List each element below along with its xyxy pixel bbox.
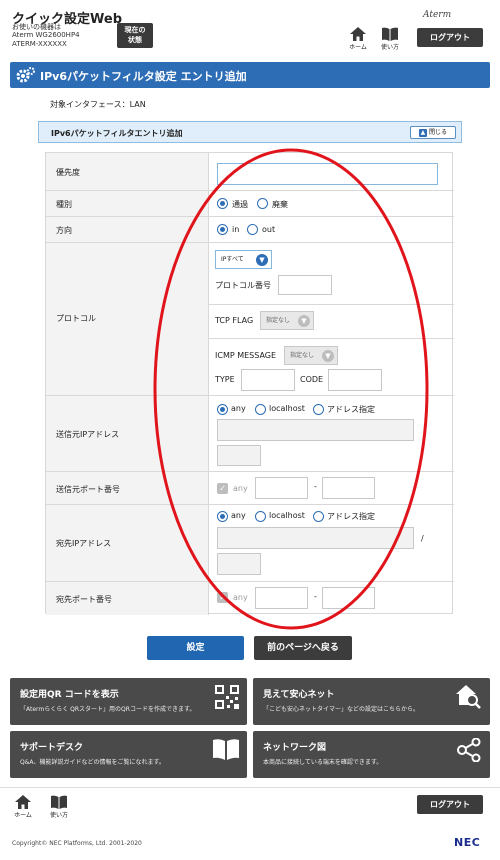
home-search-icon: [456, 685, 481, 709]
status-label-line1: 現在の: [124, 26, 146, 34]
status-label-line2: 状態: [128, 36, 142, 44]
dst-port-label: 宛先ポート番号: [56, 595, 112, 604]
section-title: IPv6パケットフィルタエントリ追加: [51, 129, 183, 138]
footer-help-button[interactable]: 使い方: [46, 795, 72, 819]
help-button[interactable]: 使い方: [377, 27, 403, 51]
chevron-up-icon: ▲: [418, 128, 427, 137]
close-label: 閉じる: [428, 129, 447, 136]
network-map-tile[interactable]: ネットワーク図 本商品に接続している端末を確認できます。: [253, 731, 490, 778]
dst-ip-label: 宛先IPアドレス: [56, 539, 112, 548]
footer-logout-button[interactable]: ログアウト: [417, 795, 483, 814]
tile-description: Q&A、機能詳説ガイドなどの情報をご覧になれます。: [20, 759, 165, 766]
network-icon: [457, 738, 481, 762]
copyright: Copyright© NEC Platforms, Ltd. 2001-2020: [12, 840, 142, 847]
support-desk-tile[interactable]: サポートデスク Q&A、機能詳説ガイドなどの情報をご覧になれます。: [10, 731, 247, 778]
footer-help-label: 使い方: [49, 812, 68, 819]
brand-logo: Aterm: [423, 10, 452, 20]
protocol-label: プロトコル: [56, 314, 96, 323]
home-button[interactable]: ホーム: [345, 27, 371, 51]
gear-icon: [16, 67, 35, 83]
footer-home-label: ホーム: [14, 812, 32, 819]
section-header: IPv6パケットフィルタエントリ追加 ▲ 閉じる: [38, 121, 462, 143]
logout-button[interactable]: ログアウト: [417, 28, 483, 47]
tile-title: ネットワーク図: [263, 743, 327, 753]
tile-title: サポートデスク: [20, 743, 84, 753]
src-ip-label: 送信元IPアドレス: [56, 430, 120, 439]
type-label: 種別: [56, 200, 72, 209]
back-button[interactable]: 前のページへ戻る: [254, 636, 352, 660]
page-title-bar: IPv6パケットフィルタ設定 エントリ追加: [10, 62, 490, 88]
qr-code-tile[interactable]: 設定用QR コードを表示 「Atermらくらく QRスタート」用のQRコードを作…: [10, 678, 247, 725]
header: クイック設定Web お使いの機器は Aterm WG2600HP4 ATERM-…: [0, 0, 500, 56]
mimamori-tile[interactable]: 見えて安心ネット 「こども安心ネットタイマー」などの設定はこちらから。: [253, 678, 490, 725]
direction-label: 方向: [56, 226, 72, 235]
qr-code-icon: [215, 685, 239, 709]
nec-logo: NEC: [454, 836, 481, 849]
footer-home-button[interactable]: ホーム: [10, 795, 36, 819]
tile-description: 「Atermらくらく QRスタート」用のQRコードを作成できます。: [20, 706, 196, 713]
home-icon: [350, 27, 366, 41]
tile-title: 見えて安心ネット: [263, 690, 335, 700]
device-id: ATERM-XXXXXX: [12, 40, 67, 48]
footer-divider: [0, 787, 500, 788]
book-icon: [51, 795, 67, 809]
annotation-ellipse: [153, 148, 429, 630]
book-icon: [382, 27, 398, 41]
tile-description: 本商品に接続している端末を確認できます。: [263, 759, 383, 766]
device-model: Aterm WG2600HP4: [12, 31, 80, 39]
src-port-label: 送信元ポート番号: [56, 485, 120, 494]
book-icon: [213, 739, 239, 760]
home-label: ホーム: [349, 44, 367, 51]
close-section-button[interactable]: ▲ 閉じる: [410, 126, 456, 139]
submit-button[interactable]: 設定: [147, 636, 244, 660]
tile-title: 設定用QR コードを表示: [20, 690, 119, 700]
help-label: 使い方: [380, 44, 399, 51]
priority-label: 優先度: [56, 168, 80, 177]
home-icon: [15, 795, 31, 809]
current-status-button[interactable]: 現在の 状態: [117, 23, 153, 48]
interface-label: 対象インタフェース：LAN: [50, 100, 146, 109]
tile-description: 「こども安心ネットタイマー」などの設定はこちらから。: [263, 706, 420, 713]
page-title: IPv6パケットフィルタ設定 エントリ追加: [40, 70, 247, 83]
